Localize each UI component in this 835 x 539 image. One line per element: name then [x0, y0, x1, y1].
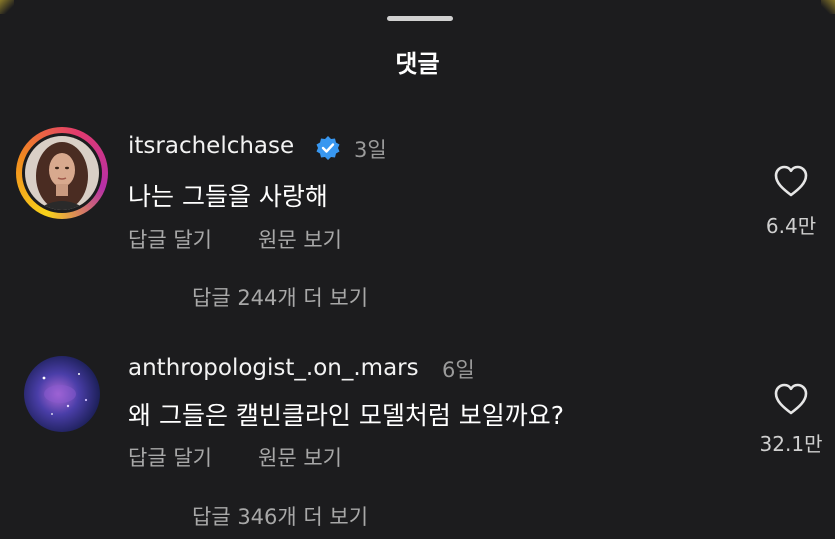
avatar: [25, 136, 99, 210]
comment-timestamp: 3일: [354, 138, 387, 162]
view-replies-button[interactable]: 답글 244개 더 보기: [192, 282, 368, 312]
see-translation-button[interactable]: 원문 보기: [258, 224, 342, 254]
reply-button[interactable]: 답글 달기: [128, 224, 212, 254]
avatar-story-ring[interactable]: [16, 127, 108, 219]
comment-username[interactable]: itsrachelchase: [128, 133, 294, 159]
like-count: 6.4만: [765, 214, 817, 238]
see-translation-button[interactable]: 원문 보기: [258, 442, 342, 472]
like-count: 32.1만: [759, 432, 823, 456]
heart-outline-icon[interactable]: [773, 164, 809, 198]
comment-timestamp: 6일: [442, 358, 475, 382]
verified-badge-icon: [316, 136, 340, 160]
reply-button[interactable]: 답글 달기: [128, 442, 212, 472]
heart-outline-icon[interactable]: [773, 382, 809, 416]
comment-text: 나는 그들을 사랑해: [128, 182, 328, 211]
avatar[interactable]: [24, 356, 100, 432]
sheet-grab-handle[interactable]: [387, 16, 453, 21]
comment-text: 왜 그들은 캘빈클라인 모델처럼 보일까요?: [128, 401, 565, 430]
comment-username[interactable]: anthropologist_.on_.mars: [128, 355, 419, 381]
corner-decoration-right: [821, 0, 835, 14]
sheet-title: 댓글: [395, 50, 440, 78]
corner-decoration-left: [0, 0, 14, 14]
view-replies-button[interactable]: 답글 346개 더 보기: [192, 501, 368, 531]
